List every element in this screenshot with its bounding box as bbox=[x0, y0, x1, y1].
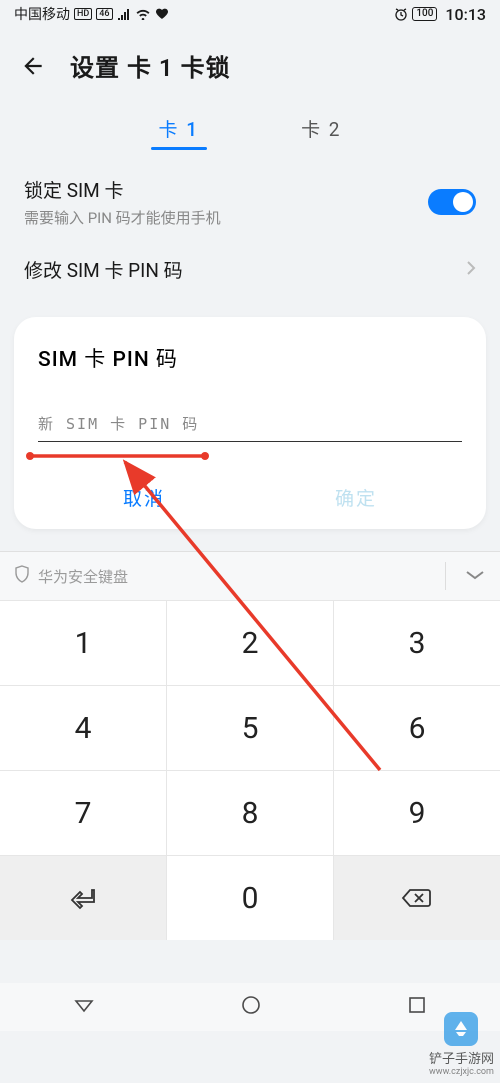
status-left: 中国移动 HD 46 bbox=[14, 4, 169, 24]
clock: 10:13 bbox=[445, 5, 486, 24]
alarm-icon bbox=[394, 7, 408, 21]
tab-sim1[interactable]: 卡 1 bbox=[153, 107, 206, 152]
page-header: 设置 卡 1 卡锁 bbox=[0, 28, 500, 93]
status-right: 100 10:13 bbox=[394, 5, 486, 24]
hd-badge: HD bbox=[74, 8, 92, 20]
pin-dialog: SIM 卡 PIN 码 取消 确定 bbox=[14, 317, 486, 529]
page-title: 设置 卡 1 卡锁 bbox=[70, 48, 231, 83]
key-9[interactable]: 9 bbox=[334, 771, 500, 855]
watermark-name: 铲子手游网 bbox=[429, 1048, 494, 1067]
status-bar: 中国移动 HD 46 100 10:13 bbox=[0, 0, 500, 28]
net-badge: 46 bbox=[96, 8, 112, 20]
key-7[interactable]: 7 bbox=[0, 771, 167, 855]
watermark: 铲子手游网 www.czjxjc.com bbox=[429, 1012, 494, 1077]
nav-bar bbox=[0, 983, 500, 1031]
sim-tabs: 卡 1 卡 2 bbox=[0, 93, 500, 152]
key-4[interactable]: 4 bbox=[0, 686, 167, 770]
backspace-icon bbox=[400, 886, 434, 910]
lock-sim-toggle[interactable] bbox=[428, 189, 476, 215]
chevron-down-icon bbox=[464, 568, 486, 582]
number-keypad: 1 2 3 4 5 6 7 8 9 0 bbox=[0, 600, 500, 940]
nav-home[interactable] bbox=[240, 994, 262, 1020]
arrow-left-icon bbox=[20, 53, 46, 79]
keyboard-header: 华为安全键盘 bbox=[0, 551, 500, 600]
row-change-pin[interactable]: 修改 SIM 卡 PIN 码 bbox=[0, 242, 500, 297]
row-change-pin-title: 修改 SIM 卡 PIN 码 bbox=[24, 256, 466, 283]
ok-button[interactable]: 确定 bbox=[250, 466, 462, 529]
heart-icon bbox=[155, 8, 169, 20]
back-button[interactable] bbox=[18, 51, 48, 81]
key-enter[interactable] bbox=[0, 856, 167, 940]
signal-icon bbox=[117, 8, 131, 20]
watermark-logo-icon bbox=[444, 1012, 478, 1046]
settings-list: 锁定 SIM 卡 需要输入 PIN 码才能使用手机 修改 SIM 卡 PIN 码 bbox=[0, 152, 500, 297]
dialog-title: SIM 卡 PIN 码 bbox=[38, 343, 462, 373]
cancel-button[interactable]: 取消 bbox=[38, 466, 250, 529]
divider bbox=[445, 562, 446, 590]
chevron-right-icon bbox=[466, 260, 476, 280]
key-6[interactable]: 6 bbox=[334, 686, 500, 770]
keyboard-label: 华为安全键盘 bbox=[38, 566, 427, 587]
row-lock-sim-sub: 需要输入 PIN 码才能使用手机 bbox=[24, 207, 428, 228]
circle-icon bbox=[240, 994, 262, 1016]
key-8[interactable]: 8 bbox=[167, 771, 334, 855]
wifi-icon bbox=[135, 8, 151, 20]
row-lock-sim[interactable]: 锁定 SIM 卡 需要输入 PIN 码才能使用手机 bbox=[0, 162, 500, 242]
shield-icon bbox=[14, 565, 30, 587]
key-2[interactable]: 2 bbox=[167, 601, 334, 685]
row-lock-sim-title: 锁定 SIM 卡 bbox=[24, 176, 428, 203]
square-icon bbox=[407, 995, 427, 1015]
key-backspace[interactable] bbox=[334, 856, 500, 940]
battery-level: 100 bbox=[412, 7, 437, 21]
key-1[interactable]: 1 bbox=[0, 601, 167, 685]
watermark-url: www.czjxjc.com bbox=[429, 1067, 494, 1077]
triangle-down-icon bbox=[73, 994, 95, 1016]
nav-recent[interactable] bbox=[407, 995, 427, 1019]
carrier-label: 中国移动 bbox=[14, 4, 70, 24]
key-0[interactable]: 0 bbox=[167, 856, 334, 940]
pin-input[interactable] bbox=[38, 411, 462, 442]
keyboard-collapse-button[interactable] bbox=[464, 567, 486, 586]
tab-sim2[interactable]: 卡 2 bbox=[295, 107, 347, 152]
enter-icon bbox=[68, 886, 98, 910]
key-3[interactable]: 3 bbox=[334, 601, 500, 685]
key-5[interactable]: 5 bbox=[167, 686, 334, 770]
nav-back[interactable] bbox=[73, 994, 95, 1020]
